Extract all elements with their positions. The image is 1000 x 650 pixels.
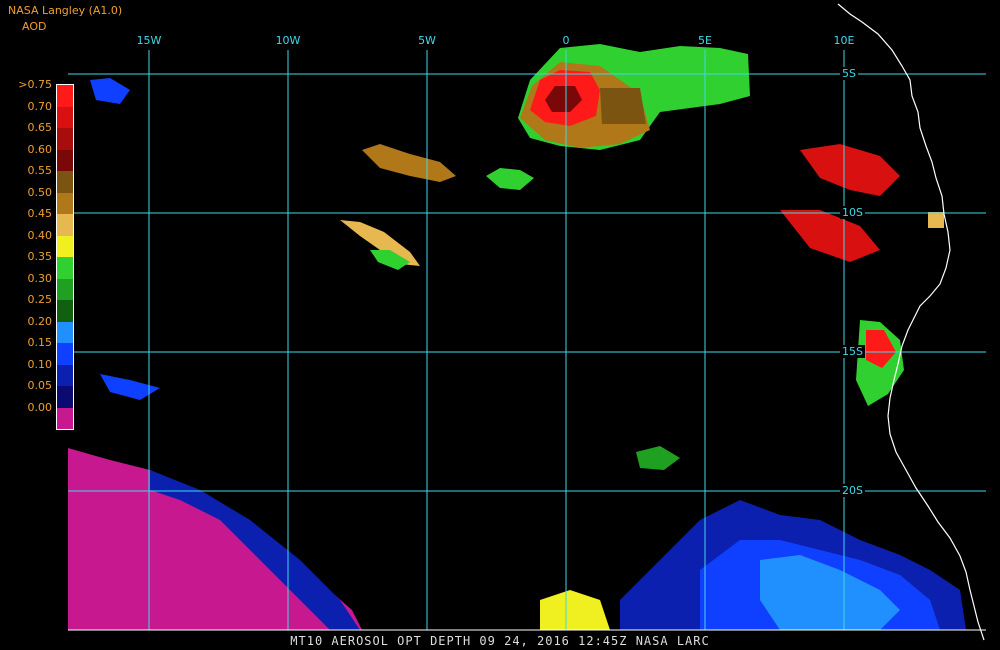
legend-label: 0.30: [27, 271, 53, 285]
longitude-label: 10W: [275, 34, 301, 47]
legend-label: 0.20: [27, 314, 53, 328]
legend-swatch: [57, 364, 73, 386]
latitude-label: 10S: [840, 206, 865, 219]
legend-swatch: [57, 192, 73, 214]
legend-swatch: [57, 149, 73, 171]
smoke-plume-box: [600, 88, 646, 124]
legend-label: 0.35: [27, 250, 53, 263]
aod-map: [0, 0, 1000, 650]
legend-swatch: [57, 386, 73, 408]
longitude-label: 15W: [136, 34, 162, 47]
legend-label: 0.25: [27, 293, 53, 306]
producer-label: NASA Langley (A1.0): [8, 4, 123, 17]
legend-label: 0.50: [27, 185, 53, 199]
legend-label: 0.40: [27, 228, 53, 242]
latitude-label: 5S: [840, 67, 858, 80]
product-label: AOD: [22, 20, 47, 33]
legend-label: 0.45: [27, 207, 53, 220]
legend-swatch: [57, 235, 73, 257]
legend-label: 0.00: [27, 400, 53, 414]
longitude-label: 0: [562, 34, 570, 47]
legend-swatch: [57, 278, 73, 300]
legend-swatch: [57, 106, 73, 128]
latitude-label: 20S: [840, 484, 865, 497]
legend-label: 0.55: [27, 164, 53, 177]
longitude-label: 5E: [698, 34, 712, 47]
legend-label: 0.60: [27, 142, 53, 156]
legend-label: >0.75: [18, 78, 52, 91]
legend-label: 0.10: [27, 357, 53, 371]
legend-label: 0.65: [27, 121, 53, 134]
latitude-label: 15S: [840, 345, 865, 358]
legend-swatch: [57, 321, 73, 343]
longitude-label: 10E: [833, 34, 855, 47]
legend-swatch: [57, 128, 73, 150]
legend-label: 0.70: [27, 99, 53, 113]
legend-label: 0.15: [27, 336, 53, 349]
longitude-label: 5W: [418, 34, 436, 47]
legend-swatch: [57, 85, 73, 107]
legend-swatch: [57, 257, 73, 279]
legend-swatch: [57, 214, 73, 236]
legend-swatch: [57, 171, 73, 193]
legend-swatch: [57, 343, 73, 365]
legend-colorbar: [56, 84, 74, 430]
legend-label: 0.05: [27, 379, 53, 392]
legend-swatch: [57, 300, 73, 322]
coastal-orange: [928, 212, 944, 228]
footer-caption: MT10 AEROSOL OPT DEPTH 09 24, 2016 12:45…: [290, 634, 710, 648]
legend-swatch: [57, 407, 73, 429]
